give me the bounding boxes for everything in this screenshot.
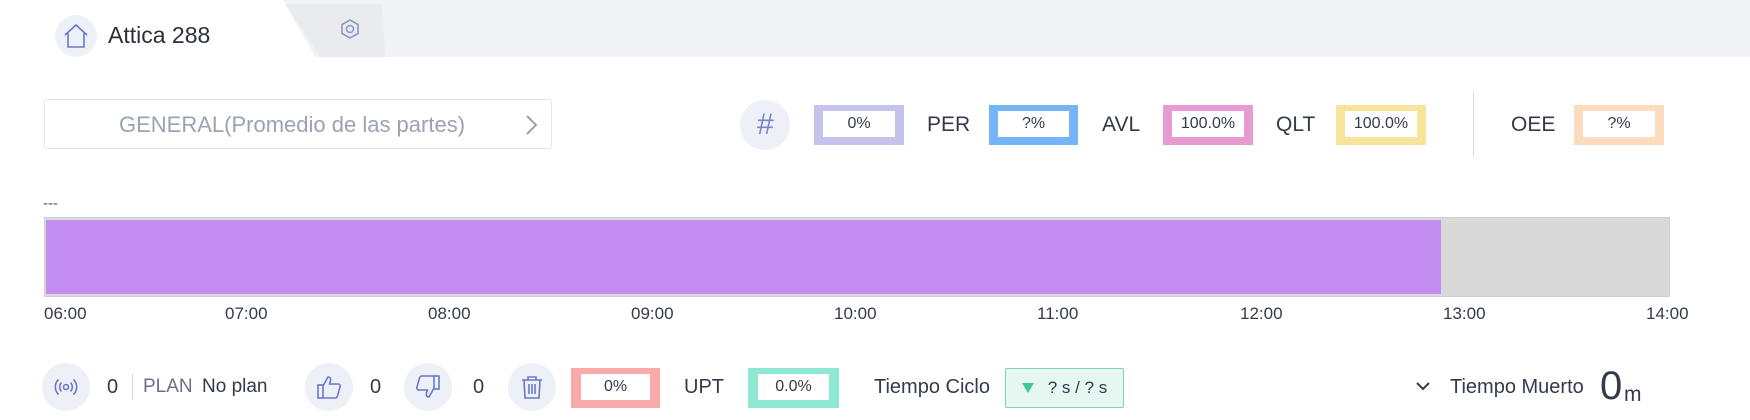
thumbs-up-icon[interactable] [305,363,353,411]
count-value: 0% [823,111,895,137]
timeline-tick-label: 11:00 [1037,304,1079,323]
ciclo-value-box[interactable]: ? s / ? s [1005,368,1124,408]
count-pill: 0% [814,105,904,145]
oee-pill: ?% [1574,105,1664,145]
per-label: PER [927,113,971,136]
timeline-progress-bar[interactable] [46,220,1441,294]
trash-icon[interactable] [508,363,556,411]
qlt-value: 100.0% [1345,111,1417,137]
muerto-value: 0 [1600,364,1623,408]
plan-value: No plan [202,376,268,397]
timeline-tick-label: 12:00 [1240,304,1283,323]
part-selector[interactable]: GENERAL(Promedio de las partes) [44,99,552,149]
timeline-tick-label: 13:00 [1443,304,1486,323]
timeline-tick-label: 09:00 [631,304,674,323]
avl-label: AVL [1102,113,1141,136]
upt-label: UPT [684,376,724,398]
signal-count: 0 [107,376,119,398]
chevron-down-icon[interactable] [1414,380,1432,399]
broadcast-icon[interactable] [42,363,90,411]
qlt-pill: 100.0% [1336,105,1426,145]
chevron-right-icon [523,113,539,142]
per-pill: ?% [989,105,1078,145]
page-title: Attica 288 [108,22,211,48]
triangle-down-icon [1021,383,1034,393]
good-count: 0 [370,376,382,398]
per-value: ?% [998,111,1069,137]
qlt-label: QLT [1276,113,1316,136]
thumbs-down-icon[interactable] [404,363,452,411]
gear-icon[interactable] [337,16,363,42]
timeline-tick-label: 08:00 [428,304,471,323]
scrap-value: 0% [581,374,650,400]
timeline-tick-label: 06:00 [44,304,87,323]
timeline-tick-label: 07:00 [225,304,268,323]
muerto-unit: m [1624,383,1642,406]
ciclo-label: Tiempo Ciclo [874,376,990,398]
avl-value: 100.0% [1172,111,1244,137]
timeline-tick-label: 10:00 [834,304,877,323]
oee-label: OEE [1511,113,1556,136]
plan-divider [132,374,133,400]
metrics-divider [1473,92,1474,157]
oee-value: ?% [1583,111,1655,137]
home-icon[interactable] [55,15,97,57]
muerto-label: Tiempo Muerto [1450,376,1584,398]
ciclo-value: ? s / ? s [1047,378,1108,397]
upt-value: 0.0% [758,374,829,400]
bad-count: 0 [473,376,485,398]
timeline-tick-label: 14:00 [1646,304,1689,323]
plan-label: PLAN [143,376,193,397]
hash-icon[interactable]: # [740,100,790,150]
upt-pill: 0.0% [748,368,839,408]
scrap-pill: 0% [571,368,660,408]
timeline-caption: --- [43,195,58,212]
avl-pill: 100.0% [1163,105,1253,145]
selector-label: GENERAL(Promedio de las partes) [119,112,466,137]
